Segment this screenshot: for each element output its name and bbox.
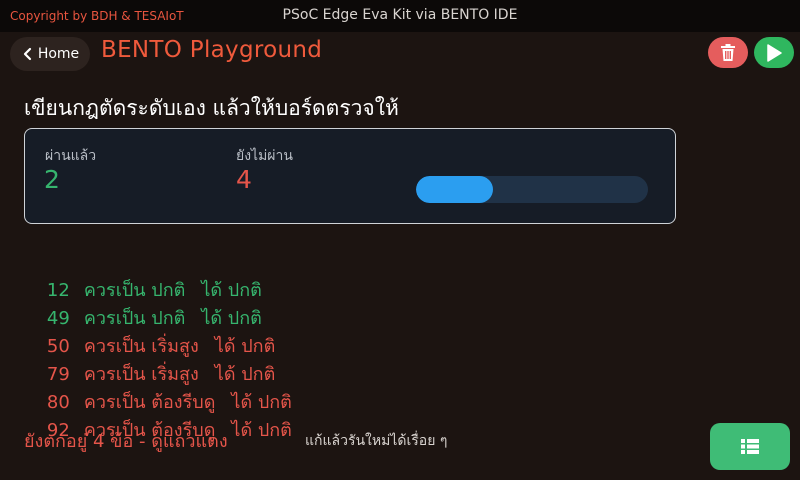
summary-text: ยังตกอยู่ 4 ข้อ - ดูแถวแดง (24, 431, 228, 452)
result-got: ได้ ปกติ (201, 280, 262, 301)
result-got: ได้ ปกติ (231, 392, 292, 413)
stats-card: ผ่านแล้ว 2 ยังไม่ผ่าน 4 (24, 128, 676, 224)
result-got: ได้ ปกติ (201, 308, 262, 329)
result-value: 50 (46, 336, 70, 357)
result-expected: ควรเป็น ปกติ (83, 280, 186, 301)
pass-label: ผ่านแล้ว (45, 148, 97, 164)
result-value: 49 (46, 308, 70, 329)
progress-bar (416, 176, 648, 203)
result-expected: ควรเป็น เริ่มสูง (83, 336, 199, 357)
result-got: ได้ ปกติ (214, 364, 276, 385)
top-bar: Copyright by BDH & TESAIoT PSoC Edge Eva… (0, 0, 800, 32)
page-title: BENTO Playground (101, 37, 323, 63)
fail-label: ยังไม่ผ่าน (236, 148, 293, 164)
results-list: 12 ควรเป็น ปกติ ได้ ปกติ 49 ควรเป็น ปกติ ได้… (24, 249, 292, 441)
list-button[interactable] (710, 423, 790, 470)
result-value: 80 (46, 392, 70, 413)
section-heading: เขียนกฎตัดระดับเอง แล้วให้บอร์ดตรวจให้ (24, 96, 399, 120)
list-icon (741, 439, 759, 454)
window-title: PSoC Edge Eva Kit via BENTO IDE (282, 7, 518, 23)
list-item: 12 ควรเป็น ปกติ ได้ ปกติ (24, 249, 292, 301)
result-got: ได้ ปกติ (214, 336, 276, 357)
chevron-left-icon (23, 47, 31, 61)
home-button-label: Home (37, 46, 80, 62)
run-button[interactable] (754, 37, 794, 68)
home-button[interactable]: Home (10, 37, 90, 71)
delete-button[interactable] (708, 37, 748, 68)
result-value: 12 (46, 280, 70, 301)
result-expected: ควรเป็น ต้องรีบดู (83, 392, 216, 413)
play-icon (767, 43, 782, 62)
trash-icon (721, 44, 735, 61)
result-got: ได้ ปกติ (231, 420, 292, 441)
progress-fill (416, 176, 494, 203)
result-expected: ควรเป็น เริ่มสูง (83, 364, 199, 385)
result-expected: ควรเป็น ปกติ (83, 308, 186, 329)
fail-count: 4 (236, 165, 252, 194)
result-value: 79 (46, 364, 70, 385)
pass-count: 2 (44, 165, 60, 194)
hint-text: แก้แล้วรันใหม่ได้เรื่อย ๆ (305, 433, 448, 449)
